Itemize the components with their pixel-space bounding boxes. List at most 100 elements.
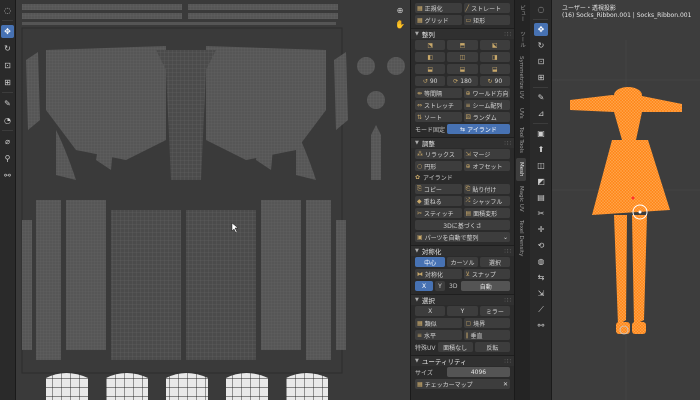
3d-viewport[interactable]: ユーザー・透視投影 (16) Socks_Ribbon.001 | Socks_… <box>552 0 700 400</box>
rip-icon[interactable]: ⚯ <box>534 319 548 332</box>
annotate-icon[interactable]: ✎ <box>1 97 14 110</box>
bevel-icon[interactable]: ◩ <box>534 175 548 188</box>
smooth-icon[interactable]: ◍ <box>534 255 548 268</box>
grab-icon[interactable]: ◔ <box>1 114 14 127</box>
pinch-icon[interactable]: ⚲ <box>1 152 14 165</box>
tab-ツール[interactable]: ツール <box>516 27 528 52</box>
move-icon[interactable]: ✥ <box>534 23 548 36</box>
uv-editor-canvas[interactable]: ⊕ ✋ <box>16 0 410 400</box>
seam-arrange-button[interactable]: ≡ シーム配列 <box>463 100 510 110</box>
tab-magic-uv[interactable]: Magic UV <box>516 182 526 216</box>
add-cube-icon[interactable]: ▣ <box>534 127 548 140</box>
mirror-button[interactable]: ミラー <box>479 306 510 316</box>
align-center-button[interactable]: ◫ <box>447 52 478 62</box>
merge-button[interactable]: ⇲ マージ <box>463 149 510 159</box>
scale-icon[interactable]: ⊡ <box>534 55 548 68</box>
similar-button[interactable]: ▦ 類似 <box>415 318 462 328</box>
rip-icon[interactable]: ⚯ <box>1 169 14 182</box>
zero-area-button[interactable]: 面積なし <box>437 342 473 352</box>
transform-icon[interactable]: ⊞ <box>1 76 14 89</box>
zoom-icon[interactable]: ⊕ <box>394 4 406 16</box>
utility-panel-header[interactable]: ▼ ユーティリティ ∷∷ <box>411 355 514 366</box>
select-y-button[interactable]: Y <box>447 306 478 316</box>
symmetrize-button[interactable]: ⧓ 対称化 <box>415 269 462 279</box>
cursor-icon[interactable]: ◌ <box>1 4 14 17</box>
loopcut-icon[interactable]: ▤ <box>534 191 548 204</box>
stitch-button[interactable]: ✂ スティッチ <box>415 208 462 218</box>
straight-button[interactable]: ╱ ストレート <box>463 3 510 13</box>
shuffle-button[interactable]: ⤮ シャッフル <box>463 196 510 206</box>
sort-button[interactable]: ⇅ ソート <box>415 112 462 122</box>
size-field[interactable]: 4096 <box>447 367 510 377</box>
relax-icon[interactable]: ⌀ <box>1 135 14 148</box>
shear-icon[interactable]: ⟋ <box>534 303 548 316</box>
mode-select[interactable]: 自動 <box>461 281 510 291</box>
snap-button[interactable]: ⊻ スナップ <box>463 269 510 279</box>
select-x-button[interactable]: X <box>415 306 446 316</box>
grid-button[interactable]: ▦ グリッド <box>415 15 462 25</box>
knife-icon[interactable]: ✂ <box>534 207 548 220</box>
hand-icon[interactable]: ✋ <box>394 18 406 30</box>
rotate-ccw-button[interactable]: ↺ 90 <box>415 76 446 86</box>
axis-x-toggle[interactable]: X <box>415 281 433 291</box>
orient-3d-button[interactable]: 3Dに基づくさ <box>415 220 510 230</box>
align-bottom-right-button[interactable]: ⬓ <box>479 64 510 74</box>
random-button[interactable]: ⚄ ランダム <box>463 112 510 122</box>
align-left-button[interactable]: ◧ <box>415 52 446 62</box>
inset-icon[interactable]: ◫ <box>534 159 548 172</box>
edge-slide-icon[interactable]: ⇆ <box>534 271 548 284</box>
annotate-icon[interactable]: ✎ <box>534 91 548 104</box>
relax-button[interactable]: ⁂ リラックス <box>415 149 462 159</box>
transform-icon[interactable]: ⊞ <box>534 71 548 84</box>
tab-uvs[interactable]: UVs <box>516 104 526 123</box>
tab-center[interactable]: 中心 <box>415 257 446 267</box>
extrude-icon[interactable]: ⬆ <box>534 143 548 156</box>
polybuild-icon[interactable]: ✛ <box>534 223 548 236</box>
tab-mesh[interactable]: Mesh <box>516 158 526 181</box>
align-right-button[interactable]: ◨ <box>479 52 510 62</box>
tab-selection[interactable]: 選択 <box>479 257 510 267</box>
measure-icon[interactable]: ⊿ <box>534 107 548 120</box>
spin-icon[interactable]: ⟲ <box>534 239 548 252</box>
align-top-button[interactable]: ⬒ <box>447 40 478 50</box>
rectangle-button[interactable]: ▭ 矩形 <box>463 15 510 25</box>
vertical-button[interactable]: ∥ 垂直 <box>463 330 510 340</box>
select-panel-header[interactable]: ▼ 選択 ∷∷ <box>411 294 514 305</box>
move-icon[interactable]: ✥ <box>1 25 14 38</box>
area-scale-button[interactable]: ▤ 面積変形 <box>463 208 510 218</box>
cursor-icon[interactable]: ◌ <box>534 3 548 16</box>
distribute-button[interactable]: ⇹ 等間隔 <box>415 88 462 98</box>
rotate-icon[interactable]: ↻ <box>534 39 548 52</box>
scale-icon[interactable]: ⊡ <box>1 59 14 72</box>
world-orient-button[interactable]: ⊕ ワールド方向 <box>463 88 510 98</box>
checker-map-button[interactable]: ▦ チェッカーマップ ✕ <box>415 379 510 389</box>
normalize-button[interactable]: ▦ 正規化 <box>415 3 462 13</box>
stack-button[interactable]: ◆ 重ねる <box>415 196 462 206</box>
island-mode-toggle[interactable]: ⇆ アイランド <box>447 124 510 134</box>
align-bottom-button[interactable]: ⬓ <box>447 64 478 74</box>
auto-pack-button[interactable]: ▣ パーツを自動で整列 ⌄ <box>415 232 510 242</box>
tab-texel-density[interactable]: Texel Density <box>516 216 526 260</box>
shrink-icon[interactable]: ⇲ <box>534 287 548 300</box>
align-top-left-button[interactable]: ⬔ <box>415 40 446 50</box>
close-icon[interactable]: ✕ <box>503 381 508 388</box>
align-panel-header[interactable]: ▼ 整列 ∷∷ <box>411 28 514 39</box>
copy-button[interactable]: ⎘ コピー <box>415 184 462 194</box>
align-bottom-left-button[interactable]: ⬓ <box>415 64 446 74</box>
adjust-panel-header[interactable]: ▼ 調整 ∷∷ <box>411 137 514 148</box>
stretch-button[interactable]: ⇔ ストレッチ <box>415 100 462 110</box>
border-button[interactable]: ▢ 境界 <box>463 318 510 328</box>
horizontal-button[interactable]: ≡ 水平 <box>415 330 462 340</box>
tab-cursor[interactable]: カーソル <box>447 257 478 267</box>
align-top-right-button[interactable]: ⬕ <box>479 40 510 50</box>
axis-y-toggle[interactable]: Y <box>435 281 445 291</box>
tab-tool-tools[interactable]: Tool Tools <box>516 123 526 157</box>
paste-button[interactable]: ⎗ 貼り付け <box>463 184 510 194</box>
circle-button[interactable]: ○ 円形 <box>415 161 462 171</box>
rotate-cw-button[interactable]: ↻ 90 <box>479 76 510 86</box>
offset-button[interactable]: ⊕ オフセット <box>463 161 510 171</box>
symmetry-panel-header[interactable]: ▼ 対称化 ∷∷ <box>411 245 514 256</box>
tab-ビュー[interactable]: ビュー <box>516 1 528 26</box>
flipped-button[interactable]: 反転 <box>474 342 510 352</box>
rotate-icon[interactable]: ↻ <box>1 42 14 55</box>
